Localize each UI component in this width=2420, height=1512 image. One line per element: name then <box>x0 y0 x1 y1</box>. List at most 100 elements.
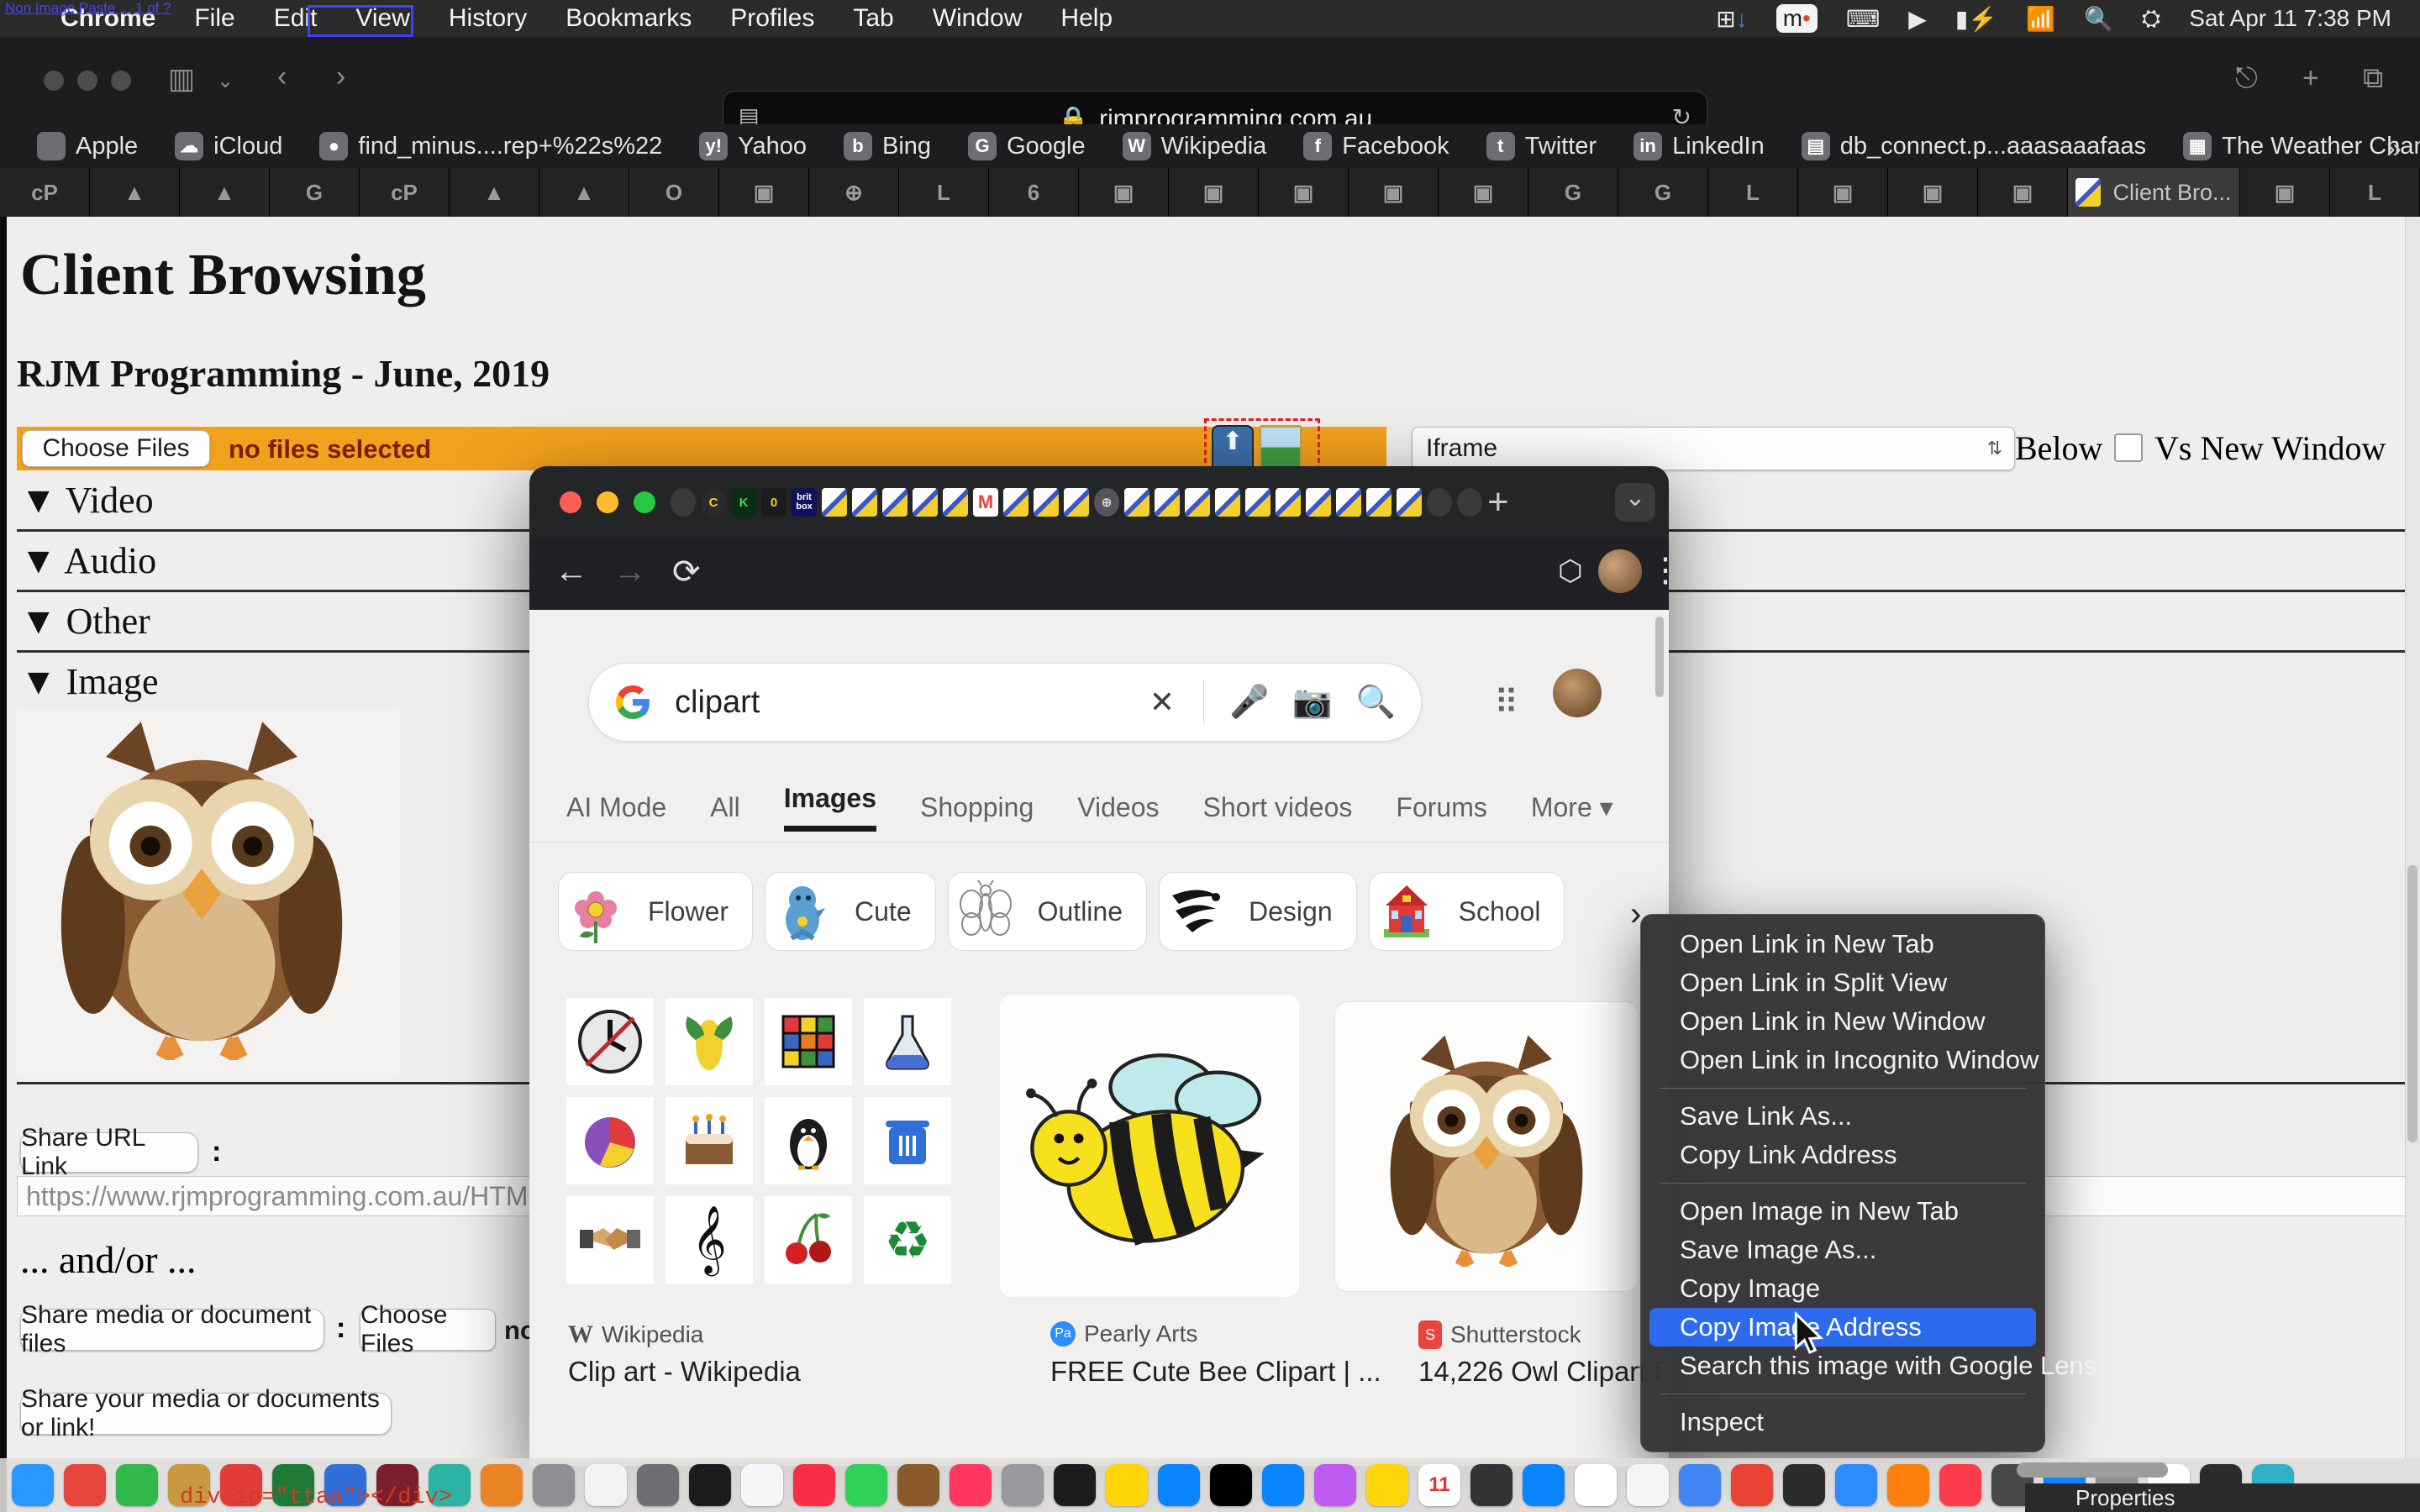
browser-tab[interactable]: ▲ <box>450 168 539 217</box>
browser-tab[interactable]: ▣ <box>1798 168 1888 217</box>
context-menu-item[interactable]: Open Image in New Tab <box>1649 1192 2036 1231</box>
profile-avatar[interactable] <box>1598 549 1642 593</box>
bookmark-item[interactable]: W Wikipedia <box>1123 132 1267 160</box>
pinned-tab-favicon[interactable] <box>1306 488 1331 517</box>
context-menu-item[interactable]: Open Link in New Window <box>1649 1002 2036 1041</box>
google-search-bar[interactable]: clipart ✕ 🎤 📷 🔍 <box>588 663 1422 742</box>
pinned-tab-favicon[interactable] <box>882 488 908 517</box>
reload-icon[interactable]: ⟳ <box>672 553 701 591</box>
search-query-text[interactable]: clipart <box>675 685 1150 721</box>
context-menu-item[interactable]: Open Link in Split View <box>1649 963 2036 1002</box>
menu-tab[interactable]: Tab <box>853 4 893 33</box>
choose-files-button-2[interactable]: Choose Files <box>360 1309 496 1351</box>
browser-tab[interactable]: ▣ <box>1978 168 2068 217</box>
dock-icon[interactable] <box>1262 1464 1304 1506</box>
pinned-tab-favicon[interactable] <box>1397 488 1422 517</box>
clear-search-icon[interactable]: ✕ <box>1150 685 1175 720</box>
context-menu-item[interactable]: Copy Image <box>1649 1269 2036 1308</box>
bookmark-item[interactable]: ▦ The Weather Channel <box>2183 132 2420 160</box>
new-tab-icon[interactable]: + <box>2302 62 2319 95</box>
browser-tab[interactable]: G <box>1618 168 1708 217</box>
pinned-tab-favicon[interactable]: ⊕ <box>1094 488 1119 517</box>
browser-tab[interactable]: ▲ <box>539 168 629 217</box>
dock-icon[interactable] <box>1366 1464 1408 1506</box>
result-title[interactable]: FREE Cute Bee Clipart | ... <box>1050 1356 1381 1388</box>
kebab-menu-icon[interactable]: ⋮ <box>1649 551 1682 590</box>
owl-clipart-image[interactable] <box>17 709 399 1079</box>
menu-bar-clock[interactable]: Sat Apr 11 7:38 PM <box>2189 5 2391 32</box>
dock-icon[interactable] <box>481 1464 523 1506</box>
dock-icon[interactable] <box>64 1464 106 1506</box>
pinned-tab-favicon[interactable] <box>1457 488 1482 517</box>
context-menu-item[interactable]: Save Image As... <box>1649 1231 2036 1269</box>
context-menu-item[interactable]: Copy Image Address <box>1649 1308 2036 1347</box>
dock-icon[interactable] <box>950 1464 992 1506</box>
zoom-window-button[interactable] <box>111 71 131 91</box>
choose-files-button[interactable]: Choose Files <box>22 430 210 467</box>
chrome-window-controls[interactable] <box>560 491 671 517</box>
search-icon[interactable]: 🔍 <box>1356 684 1396 721</box>
browser-tab[interactable]: ▣ <box>719 168 809 217</box>
context-menu-item[interactable]: Copy Link Address <box>1649 1136 2036 1174</box>
horizontal-scrollbar-thumb[interactable] <box>2017 1462 2168 1478</box>
dock-icon[interactable] <box>741 1464 783 1506</box>
dock-icon[interactable] <box>1106 1464 1148 1506</box>
dock-icon[interactable] <box>1939 1464 1981 1506</box>
pinned-tab-favicon[interactable] <box>1034 488 1059 517</box>
pinned-tab-favicon[interactable] <box>1427 488 1452 517</box>
minimize-window-button[interactable] <box>77 71 97 91</box>
browser-tab[interactable]: G <box>270 168 360 217</box>
section-other[interactable]: ▼ Other <box>20 600 150 643</box>
vs-new-window-checkbox[interactable] <box>2114 433 2143 462</box>
pinned-tab-favicon[interactable] <box>913 488 938 517</box>
browser-tab[interactable]: ▣ <box>1439 168 1528 217</box>
chip-school[interactable]: School <box>1369 872 1565 951</box>
dock-icon[interactable] <box>116 1464 158 1506</box>
google-profile-avatar[interactable] <box>1553 669 1602 717</box>
browser-tab[interactable]: O <box>629 168 719 217</box>
dock-icon[interactable] <box>533 1464 575 1506</box>
browser-tab[interactable]: ▣ <box>1169 168 1259 217</box>
bookmark-item[interactable]: Apple <box>37 132 138 160</box>
browser-tab[interactable]: G <box>1528 168 1618 217</box>
pinned-tab-favicon[interactable] <box>671 488 696 517</box>
pinned-tab-favicon[interactable]: K <box>731 488 756 517</box>
dock-icon[interactable] <box>845 1464 887 1506</box>
active-browser-tab[interactable]: Client Bro... <box>2068 168 2240 217</box>
dock-icon[interactable] <box>1210 1464 1252 1506</box>
window-controls[interactable] <box>44 71 145 95</box>
search-tab[interactable]: Videos <box>1077 792 1159 823</box>
pinned-tab-favicon[interactable] <box>1124 488 1150 517</box>
menu-help[interactable]: Help <box>1060 4 1113 33</box>
browser-tab[interactable]: ▲ <box>90 168 180 217</box>
page-scrollbar-thumb[interactable] <box>2407 865 2417 1142</box>
browser-tab[interactable]: ▣ <box>1888 168 1978 217</box>
result-image-owl[interactable] <box>1334 1001 1639 1292</box>
search-tab[interactable]: Images <box>784 783 876 832</box>
meetup-icon[interactable]: m• <box>1776 4 1818 33</box>
control-center-icon[interactable]: ⛭ <box>2142 5 2160 33</box>
share-icon[interactable]: ⎋ <box>2235 62 2258 95</box>
battery-charging-icon[interactable]: ▮⚡ <box>1955 5 1997 33</box>
browser-tab[interactable]: 6 <box>989 168 1079 217</box>
browser-tab[interactable]: ⊕ <box>809 168 899 217</box>
google-apps-grid-icon[interactable]: ⠿ <box>1494 684 1522 722</box>
menu-profiles[interactable]: Profiles <box>730 4 814 33</box>
result-title[interactable]: 14,226 Owl Clipart Royalt <box>1418 1356 1662 1388</box>
share-submit-button[interactable]: Share your media or documents or link! <box>20 1393 392 1435</box>
grid-download-icon[interactable]: ⊞↓ <box>1716 5 1747 33</box>
extensions-puzzle-icon[interactable]: ⬡ <box>1558 554 1583 588</box>
back-icon[interactable]: ‹ <box>277 60 287 93</box>
pinned-tab-favicon[interactable]: C <box>701 488 726 517</box>
section-image[interactable]: ▼ Image <box>20 660 159 703</box>
dock-icon[interactable] <box>1523 1464 1565 1506</box>
dock-icon[interactable] <box>1158 1464 1200 1506</box>
context-menu-item[interactable]: Open Link in Incognito Window <box>1649 1041 2036 1079</box>
dock-icon[interactable] <box>1054 1464 1096 1506</box>
back-icon[interactable]: ← <box>555 553 588 591</box>
bookmark-item[interactable]: G Google <box>968 132 1086 160</box>
bookmark-item[interactable]: f Facebook <box>1303 132 1449 160</box>
dock-icon[interactable]: 11 <box>1418 1464 1460 1506</box>
dock-icon[interactable] <box>585 1464 627 1506</box>
dock-icon[interactable] <box>897 1464 939 1506</box>
